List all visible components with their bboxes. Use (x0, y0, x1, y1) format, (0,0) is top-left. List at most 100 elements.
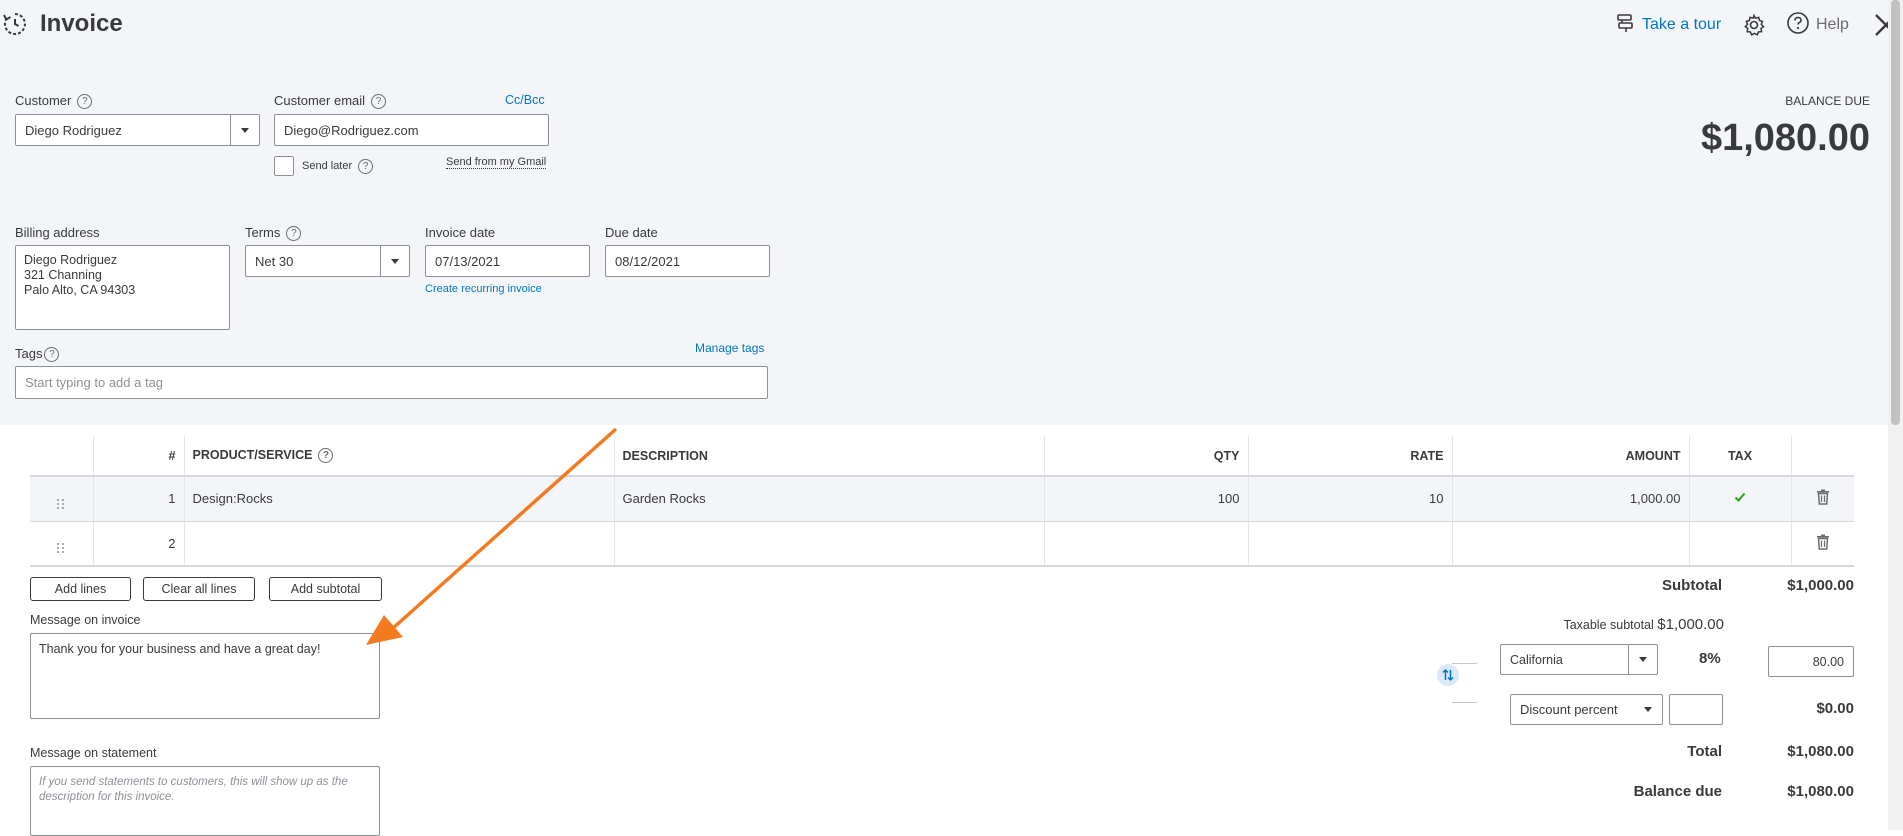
add-lines-button[interactable]: Add lines (30, 577, 131, 601)
amount-cell[interactable]: 1,000.00 (1452, 476, 1690, 522)
discount-amount: $0.00 (1816, 700, 1854, 717)
taxable-subtotal-row: Taxable subtotal $1,000.00 (1540, 616, 1724, 633)
description-cell[interactable] (614, 521, 1045, 567)
balance-due-amount: $1,080.00 (1700, 117, 1870, 159)
tags-input[interactable]: Start typing to add a tag (15, 366, 768, 399)
line-items-table: # PRODUCT/SERVICE? DESCRIPTION QTY RATE … (30, 436, 1854, 567)
signpost-icon (1614, 12, 1636, 39)
tax-region-value: California (1510, 652, 1563, 667)
tax-cell[interactable] (1689, 476, 1792, 522)
scrollbar-thumb[interactable] (1891, 0, 1900, 425)
help-icon[interactable]: ? (77, 94, 93, 110)
tax-cell[interactable] (1689, 521, 1792, 567)
taxable-subtotal-value: $1,000.00 (1657, 616, 1724, 633)
rate-column-header: RATE (1248, 436, 1453, 477)
cc-bcc-link[interactable]: Cc/Bcc (505, 93, 545, 107)
message-on-statement-textarea[interactable]: If you send statements to customers, thi… (30, 766, 380, 836)
trash-icon[interactable] (1791, 476, 1854, 522)
discount-type-value: Discount percent (1520, 702, 1618, 717)
table-row[interactable]: 2 (30, 521, 1854, 567)
help-icon[interactable]: ? (358, 158, 374, 174)
manage-tags-link[interactable]: Manage tags (695, 341, 764, 355)
discount-value-input[interactable] (1669, 694, 1723, 725)
tax-rate: 8% (1699, 650, 1721, 667)
amount-cell[interactable] (1452, 521, 1690, 567)
take-tour-label: Take a tour (1642, 16, 1722, 33)
subtotal-value: $1,000.00 (1787, 577, 1854, 594)
amount-column-header: AMOUNT (1452, 436, 1690, 477)
qty-cell[interactable]: 100 (1044, 476, 1249, 522)
customer-label-text: Customer (15, 93, 72, 108)
description-cell[interactable]: Garden Rocks (614, 476, 1045, 522)
balance-due-total-value: $1,080.00 (1787, 783, 1854, 800)
description-column-header: DESCRIPTION (614, 436, 1045, 477)
billing-line-2: 321 Channing (24, 268, 102, 282)
customer-value: Diego Rodriguez (25, 122, 122, 138)
product-column-header: PRODUCT/SERVICE? (184, 436, 615, 477)
send-from-gmail-link[interactable]: Send from my Gmail (446, 156, 547, 169)
table-header-row: # PRODUCT/SERVICE? DESCRIPTION QTY RATE … (30, 436, 1854, 477)
chevron-down-icon[interactable] (380, 246, 409, 276)
tax-region-select[interactable]: California (1500, 644, 1658, 675)
invoice-date-input[interactable]: 07/13/2021 (425, 245, 590, 277)
chevron-down-icon[interactable] (1634, 695, 1662, 724)
drag-column-header (30, 436, 94, 477)
clear-all-lines-button[interactable]: Clear all lines (143, 577, 255, 601)
product-cell[interactable]: Design:Rocks (184, 476, 615, 522)
invoice-date-label: Invoice date (425, 225, 496, 240)
message-on-invoice-label: Message on invoice (30, 613, 141, 627)
terms-label: Terms? (245, 225, 302, 242)
add-subtotal-button[interactable]: Add subtotal (269, 577, 382, 601)
chevron-down-icon[interactable] (230, 115, 259, 145)
table-row[interactable]: 1 Design:Rocks Garden Rocks 100 10 1,000… (30, 476, 1854, 522)
taxable-subtotal-label: Taxable subtotal (1563, 618, 1654, 632)
product-cell[interactable] (184, 521, 615, 567)
page-title: Invoice (40, 10, 123, 37)
rate-cell[interactable] (1248, 521, 1453, 567)
send-later-label: Send later (302, 160, 353, 172)
take-tour-link[interactable]: Take a tour (1614, 12, 1721, 38)
invoice-header-area (0, 0, 1903, 425)
row-number: 2 (93, 521, 185, 567)
subtotal-label: Subtotal (1662, 577, 1722, 594)
terms-value: Net 30 (255, 253, 294, 269)
customer-select[interactable]: Diego Rodriguez (15, 114, 260, 146)
tax-amount-input[interactable]: 80.00 (1768, 646, 1854, 677)
qty-cell[interactable] (1044, 521, 1249, 567)
billing-line-1: Diego Rodriguez (24, 253, 118, 267)
billing-address-label: Billing address (15, 225, 100, 240)
history-icon[interactable] (2, 11, 28, 37)
billing-address-textarea[interactable]: Diego Rodriguez 321 Channing Palo Alto, … (15, 245, 230, 330)
help-button[interactable]: Help (1786, 11, 1849, 38)
due-date-input[interactable]: 08/12/2021 (605, 245, 770, 277)
total-value: $1,080.00 (1787, 743, 1854, 760)
help-icon[interactable]: ? (318, 448, 334, 464)
customer-email-label: Customer email? (274, 93, 387, 110)
tax-column-header: TAX (1689, 436, 1792, 477)
total-label: Total (1687, 743, 1722, 760)
help-icon[interactable]: ? (286, 226, 302, 242)
terms-label-text: Terms (245, 225, 281, 240)
balance-due-label: BALANCE DUE (1785, 94, 1870, 108)
due-date-label: Due date (605, 225, 658, 240)
billing-line-3: Palo Alto, CA 94303 (24, 283, 136, 297)
message-on-invoice-textarea[interactable]: Thank you for your business and have a g… (30, 633, 380, 719)
check-icon (1734, 493, 1746, 503)
help-icon[interactable]: ? (371, 94, 387, 110)
tags-label: Tags? (15, 346, 60, 363)
customer-label: Customer? (15, 93, 93, 110)
chevron-down-icon[interactable] (1628, 645, 1657, 674)
send-later-checkbox[interactable] (274, 156, 294, 176)
drag-handle-icon[interactable] (30, 476, 94, 522)
customer-email-input[interactable]: Diego@Rodriguez.com (274, 114, 549, 146)
create-recurring-invoice-link[interactable]: Create recurring invoice (425, 283, 542, 295)
tags-label-text: Tags (15, 346, 43, 361)
gear-icon[interactable] (1742, 12, 1766, 38)
terms-select[interactable]: Net 30 (245, 245, 410, 277)
rate-cell[interactable]: 10 (1248, 476, 1453, 522)
drag-handle-icon[interactable] (30, 521, 94, 567)
trash-icon[interactable] (1791, 521, 1854, 567)
discount-type-select[interactable]: Discount percent (1510, 694, 1663, 725)
num-column-header: # (93, 436, 185, 477)
help-icon[interactable]: ? (44, 347, 60, 363)
